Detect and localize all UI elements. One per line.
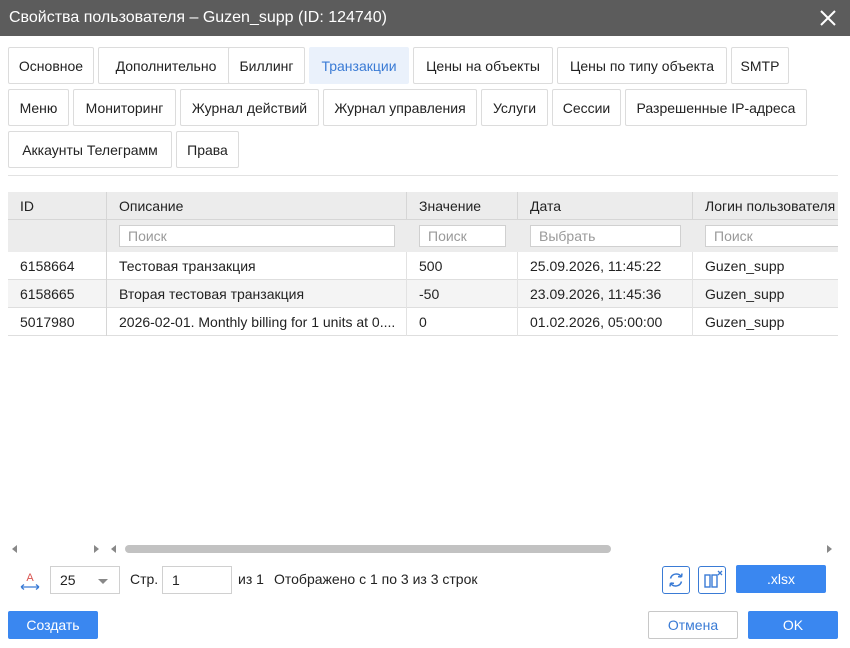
divider: [8, 175, 838, 176]
chevron-down-icon: [98, 579, 108, 584]
horizontal-scrollbar[interactable]: [8, 542, 838, 556]
page-size-select[interactable]: 25: [50, 566, 120, 594]
cell-date: 25.09.2026, 11:45:22: [530, 258, 662, 274]
column-divider: [517, 252, 518, 336]
arrow-right-icon[interactable]: [827, 545, 832, 553]
tab-sessions[interactable]: Сессии: [552, 89, 621, 126]
tab-smtp[interactable]: SMTP: [731, 47, 789, 84]
dialog-titlebar: Свойства пользователя – Guzen_supp (ID: …: [0, 0, 850, 36]
tab-control-log[interactable]: Журнал управления: [323, 89, 477, 126]
tab-services[interactable]: Услуги: [481, 89, 548, 126]
page-label: Стр.: [130, 571, 159, 587]
tab-transactions[interactable]: Транзакции: [309, 47, 409, 84]
column-divider[interactable]: [517, 192, 518, 220]
font-size-icon[interactable]: A: [18, 570, 42, 592]
tab-basic[interactable]: Основное: [8, 47, 94, 84]
export-xlsx-button[interactable]: .xlsx: [736, 565, 826, 593]
page-count-label: из 1: [238, 571, 264, 587]
column-divider[interactable]: [692, 192, 693, 220]
column-divider[interactable]: [406, 192, 407, 220]
tab-telegram-accounts[interactable]: Аккаунты Телеграмм: [8, 131, 172, 168]
refresh-icon: [669, 573, 683, 587]
rows-summary: Отображено с 1 по 3 из 3 строк: [274, 571, 478, 587]
tab-row-3: Аккаунты Телеграмм Права: [8, 131, 840, 168]
columns-icon: [704, 570, 723, 588]
cell-date: 23.09.2026, 11:45:36: [530, 286, 662, 302]
tab-menu[interactable]: Меню: [8, 89, 69, 126]
refresh-button[interactable]: [662, 566, 690, 594]
cell-description: Тестовая транзакция: [119, 258, 256, 274]
pager-toolbar: A 25 Стр. 1 из 1 Отображено с 1 по 3 из …: [0, 564, 850, 596]
column-divider: [406, 252, 407, 336]
close-icon[interactable]: [818, 8, 838, 28]
tab-row-2: Меню Мониторинг Журнал действий Журнал у…: [8, 89, 840, 126]
table-header: ID Описание Значение Дата Логин пользова…: [8, 192, 838, 220]
date-filter-picker[interactable]: Выбрать: [530, 225, 681, 247]
cell-login: Guzen_supp: [705, 314, 785, 330]
tab-row-1: Основное Дополнительно Биллинг Транзакци…: [8, 47, 840, 84]
cell-id: 5017980: [20, 314, 75, 330]
tab-object-type-prices[interactable]: Цены по типу объекта: [557, 47, 727, 84]
cell-id: 6158665: [20, 286, 75, 302]
tab-monitoring[interactable]: Мониторинг: [73, 89, 176, 126]
tab-billing[interactable]: Биллинг: [228, 47, 305, 84]
cell-value: 0: [419, 314, 427, 330]
create-button[interactable]: Создать: [8, 611, 98, 639]
description-filter-input[interactable]: Поиск: [119, 225, 395, 247]
cell-login: Guzen_supp: [705, 258, 785, 274]
cancel-button[interactable]: Отмена: [648, 611, 738, 639]
page-number-input[interactable]: 1: [162, 566, 232, 594]
tab-action-log[interactable]: Журнал действий: [180, 89, 319, 126]
columns-button[interactable]: [698, 566, 726, 594]
dialog-title: Свойства пользователя – Guzen_supp (ID: …: [9, 9, 387, 26]
cell-value: 500: [419, 258, 443, 274]
ok-button[interactable]: OK: [748, 611, 838, 639]
transactions-table: ID Описание Значение Дата Логин пользова…: [8, 192, 838, 544]
col-header-value[interactable]: Значение: [419, 192, 519, 220]
value-filter-input[interactable]: Поиск: [419, 225, 506, 247]
tab-allowed-ips[interactable]: Разрешенные IP-адреса: [625, 89, 807, 126]
page-size-value: 25: [60, 572, 76, 588]
filter-row: Поиск Поиск Выбрать Поиск: [8, 220, 838, 252]
cell-description: Вторая тестовая транзакция: [119, 286, 305, 302]
table-row[interactable]: 5017980 2026-02-01. Monthly billing for …: [8, 308, 838, 336]
col-header-login[interactable]: Логин пользователя: [705, 192, 838, 220]
col-header-date[interactable]: Дата: [530, 192, 695, 220]
col-header-description[interactable]: Описание: [119, 192, 399, 220]
cell-date: 01.02.2026, 05:00:00: [530, 314, 663, 330]
arrow-left-icon[interactable]: [111, 545, 116, 553]
table-row[interactable]: 6158664 Тестовая транзакция 500 25.09.20…: [8, 252, 838, 280]
svg-text:A: A: [26, 572, 34, 584]
cell-description: 2026-02-01. Monthly billing for 1 units …: [119, 314, 396, 330]
cell-login: Guzen_supp: [705, 286, 785, 302]
tab-rights[interactable]: Права: [176, 131, 239, 168]
arrow-right-icon[interactable]: [94, 545, 99, 553]
scrollbar-thumb[interactable]: [125, 545, 611, 553]
column-divider: [692, 252, 693, 336]
table-row[interactable]: 6158665 Вторая тестовая транзакция -50 2…: [8, 280, 838, 308]
column-divider[interactable]: [106, 192, 107, 336]
cell-value: -50: [419, 286, 440, 302]
cell-id: 6158664: [20, 258, 75, 274]
col-header-id[interactable]: ID: [20, 192, 100, 220]
tab-additional[interactable]: Дополнительно: [98, 47, 234, 84]
arrow-left-icon[interactable]: [12, 545, 17, 553]
login-filter-input[interactable]: Поиск: [705, 225, 838, 247]
tab-object-prices[interactable]: Цены на объекты: [413, 47, 553, 84]
